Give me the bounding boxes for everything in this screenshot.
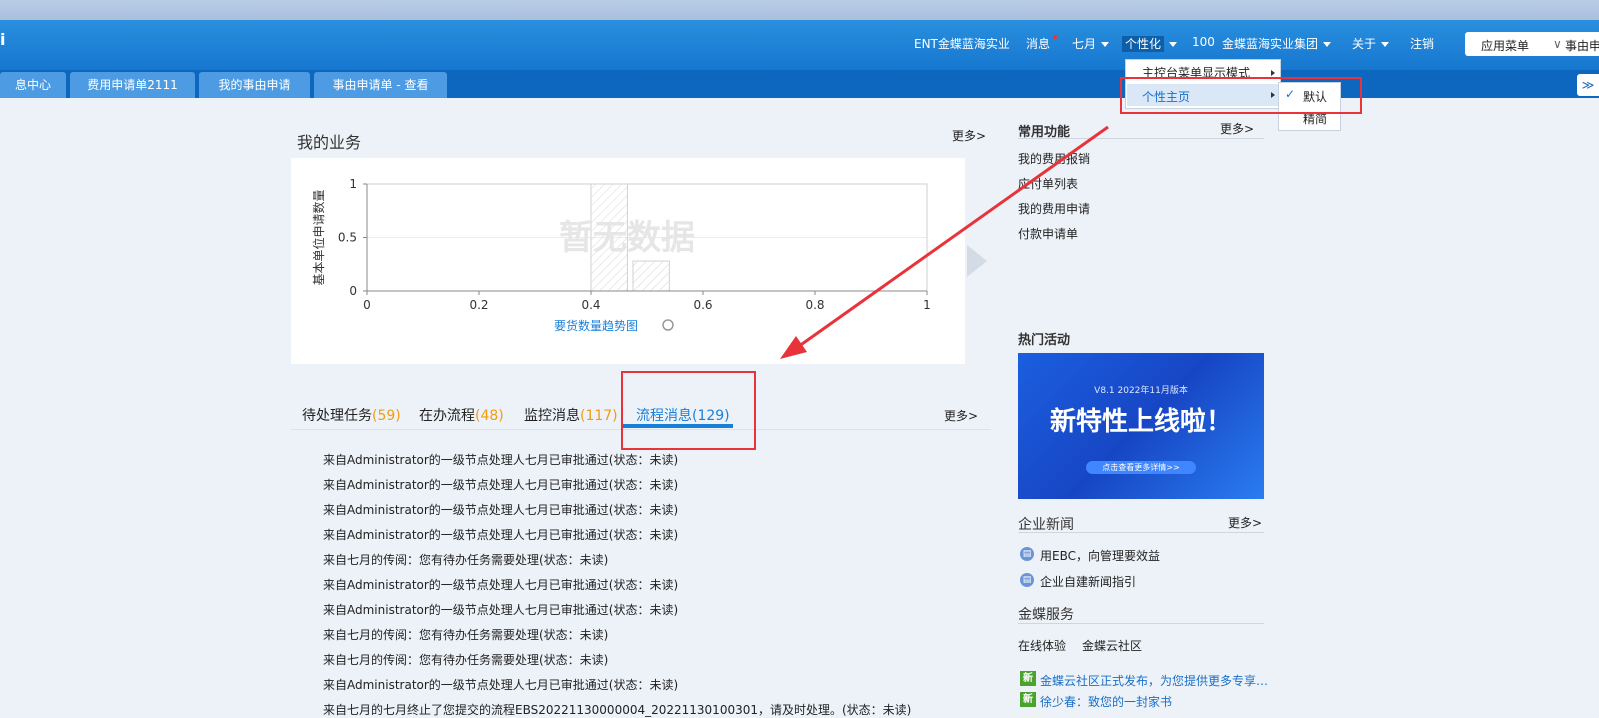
annotation-arrow bbox=[780, 125, 1109, 359]
